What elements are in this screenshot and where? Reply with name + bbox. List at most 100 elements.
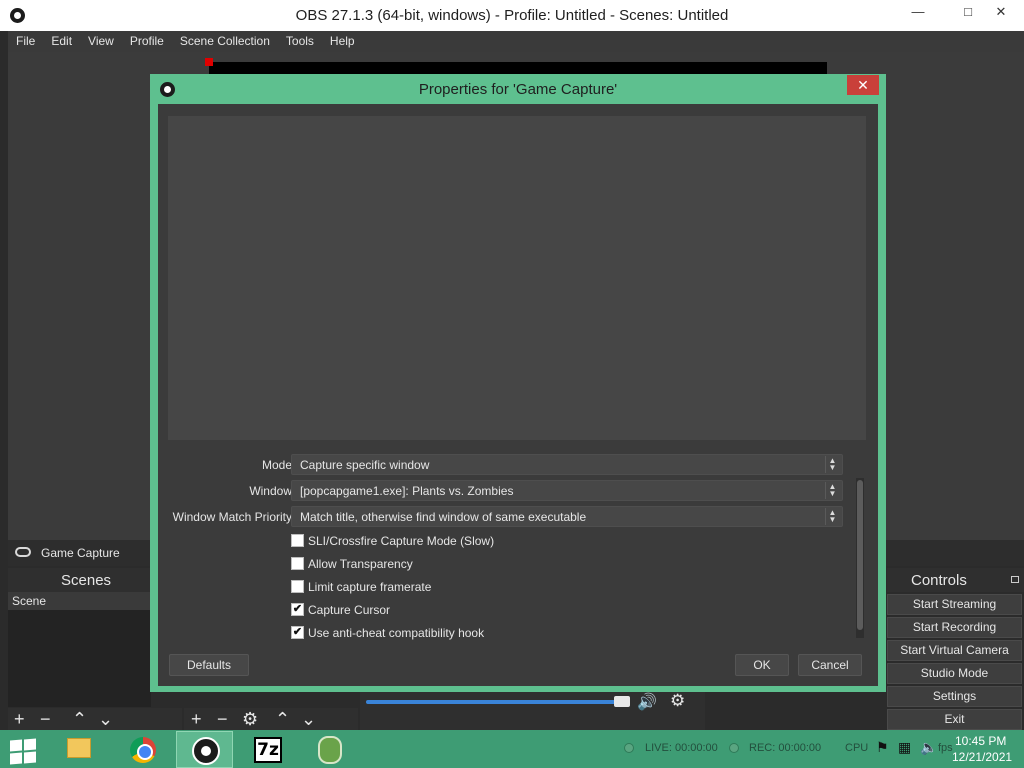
sli-crossfire-checkbox[interactable]: [291, 534, 304, 547]
close-button[interactable]: ✕: [986, 0, 1016, 24]
allow-transparency-checkbox[interactable]: [291, 557, 304, 570]
controls-title-text: Controls: [911, 572, 967, 589]
sli-crossfire-label: SLI/Crossfire Capture Mode (Slow): [308, 534, 495, 548]
volume-slider-handle[interactable]: [614, 696, 630, 707]
speaker-icon[interactable]: 🔊: [637, 692, 657, 712]
live-status: LIVE: 00:00:00: [645, 742, 718, 754]
sources-toolbar: + − ⚙ ⌃ ⌄: [184, 708, 358, 730]
controls-panel: Start Streaming Start Recording Start Vi…: [887, 594, 1024, 732]
menu-scene-collection[interactable]: Scene Collection: [172, 31, 278, 52]
list-item[interactable]: Scene: [8, 592, 151, 610]
menu-profile[interactable]: Profile: [122, 31, 172, 52]
window-titlebar: OBS 27.1.3 (64-bit, windows) - Profile: …: [0, 0, 1024, 31]
start-virtual-camera-button[interactable]: Start Virtual Camera: [887, 640, 1022, 661]
limit-framerate-checkbox[interactable]: [291, 580, 304, 593]
window-match-priority-label: Window Match Priority: [172, 510, 292, 524]
limit-framerate-label: Limit capture framerate: [308, 580, 432, 594]
move-source-up-button[interactable]: ⌃: [275, 709, 290, 729]
window-match-priority-select[interactable]: Match title, otherwise find window of sa…: [291, 506, 843, 527]
taskbar-plants-vs-zombies[interactable]: [300, 731, 357, 768]
capture-cursor-checkbox[interactable]: ✔: [291, 603, 304, 616]
settings-button[interactable]: Settings: [887, 686, 1022, 707]
scenes-panel-title: Scenes: [8, 568, 151, 592]
updown-arrow-icon: ▲ ▼: [825, 456, 839, 473]
window-title: OBS 27.1.3 (64-bit, windows) - Profile: …: [295, 7, 729, 24]
ok-button[interactable]: OK: [735, 654, 789, 676]
anti-cheat-hook-checkbox[interactable]: ✔: [291, 626, 304, 639]
audio-settings-gear-icon[interactable]: ⚙: [670, 691, 685, 711]
clock-time[interactable]: 10:45 PM: [955, 734, 1006, 748]
scenes-toolbar: + − ⌃ ⌄: [8, 708, 182, 730]
properties-scrollbar[interactable]: [856, 478, 864, 638]
window-label: Window: [249, 484, 292, 498]
plants-vs-zombies-icon: [318, 736, 342, 764]
scenes-list: Scene: [8, 592, 151, 707]
flag-icon[interactable]: ⚑: [876, 739, 889, 756]
fps-status: fps: [938, 742, 953, 754]
minimize-button[interactable]: —: [903, 0, 933, 24]
chrome-icon: [130, 737, 156, 763]
taskbar-file-explorer[interactable]: [50, 731, 107, 768]
maximize-button[interactable]: □: [953, 0, 983, 24]
menu-edit[interactable]: Edit: [43, 31, 80, 52]
network-icon[interactable]: ▦: [898, 739, 911, 756]
audio-mixer-strip: 🔊 ⚙: [360, 690, 705, 730]
move-scene-down-button[interactable]: ⌄: [98, 709, 113, 729]
taskbar-obs[interactable]: [176, 731, 233, 768]
controls-panel-title: Controls: [887, 568, 1024, 592]
capture-cursor-label: Capture Cursor: [308, 603, 391, 617]
add-source-button[interactable]: +: [191, 709, 202, 729]
windows-taskbar: 7z LIVE: 00:00:00 REC: 00:00:00 CPU fps …: [0, 730, 1024, 768]
dialog-title: Properties for 'Game Capture': [418, 81, 618, 98]
add-scene-button[interactable]: +: [14, 709, 25, 729]
start-windows-icon[interactable]: [8, 737, 38, 765]
defaults-button[interactable]: Defaults: [169, 654, 249, 676]
volume-tray-icon[interactable]: 🔈: [920, 739, 937, 756]
properties-dialog: Properties for 'Game Capture' ✕ Mode Cap…: [150, 74, 886, 692]
mode-select[interactable]: Capture specific window ▲ ▼: [291, 454, 843, 475]
cpu-status: CPU: [845, 742, 869, 754]
start-streaming-button[interactable]: Start Streaming: [887, 594, 1022, 615]
capture-preview: [168, 116, 866, 440]
remove-source-button[interactable]: −: [217, 709, 228, 729]
scrollbar-thumb[interactable]: [857, 480, 863, 630]
window-select[interactable]: [popcapgame1.exe]: Plants vs. Zombies ▲ ▼: [291, 480, 843, 501]
move-source-down-button[interactable]: ⌄: [301, 709, 316, 729]
rec-status: REC: 00:00:00: [749, 742, 822, 754]
obs-icon: [192, 737, 220, 765]
move-scene-up-button[interactable]: ⌃: [72, 709, 87, 729]
mode-row: Mode Capture specific window ▲ ▼: [158, 454, 858, 476]
menu-bar: File Edit View Profile Scene Collection …: [8, 31, 1024, 52]
dialog-body: Mode Capture specific window ▲ ▼ Window […: [158, 104, 878, 686]
allow-transparency-label: Allow Transparency: [308, 557, 413, 571]
cancel-button[interactable]: Cancel: [798, 654, 862, 676]
mode-label: Mode: [261, 458, 292, 472]
menu-file[interactable]: File: [8, 31, 43, 52]
dialog-titlebar: Properties for 'Game Capture' ✕: [150, 74, 886, 104]
exit-button[interactable]: Exit: [887, 709, 1022, 730]
menu-view[interactable]: View: [80, 31, 122, 52]
gamepad-icon: [15, 547, 31, 557]
clock-date[interactable]: 12/21/2021: [952, 750, 1012, 764]
source-properties-gear-icon[interactable]: ⚙: [242, 709, 258, 729]
menu-tools[interactable]: Tools: [278, 31, 322, 52]
taskbar-chrome[interactable]: [114, 731, 171, 768]
source-transform-handle[interactable]: [205, 58, 213, 66]
undock-icon[interactable]: [1011, 576, 1019, 583]
preview-canvas[interactable]: [209, 62, 827, 74]
taskbar-7zip[interactable]: 7z: [238, 731, 295, 768]
7zip-icon: 7z: [254, 737, 282, 763]
updown-arrow-icon: ▲ ▼: [825, 482, 839, 499]
window-row: Window [popcapgame1.exe]: Plants vs. Zom…: [158, 480, 858, 502]
menu-help[interactable]: Help: [322, 31, 363, 52]
mode-value: Capture specific window: [300, 458, 430, 472]
start-recording-button[interactable]: Start Recording: [887, 617, 1022, 638]
anti-cheat-hook-label: Use anti-cheat compatibility hook: [308, 626, 485, 640]
volume-slider-track[interactable]: [366, 700, 616, 704]
studio-mode-button[interactable]: Studio Mode: [887, 663, 1022, 684]
dialog-close-button[interactable]: ✕: [847, 75, 879, 95]
window-match-priority-row: Window Match Priority Match title, other…: [158, 506, 858, 528]
remove-scene-button[interactable]: −: [40, 709, 51, 729]
rec-indicator-icon: [729, 743, 739, 753]
window-value: [popcapgame1.exe]: Plants vs. Zombies: [300, 484, 514, 498]
